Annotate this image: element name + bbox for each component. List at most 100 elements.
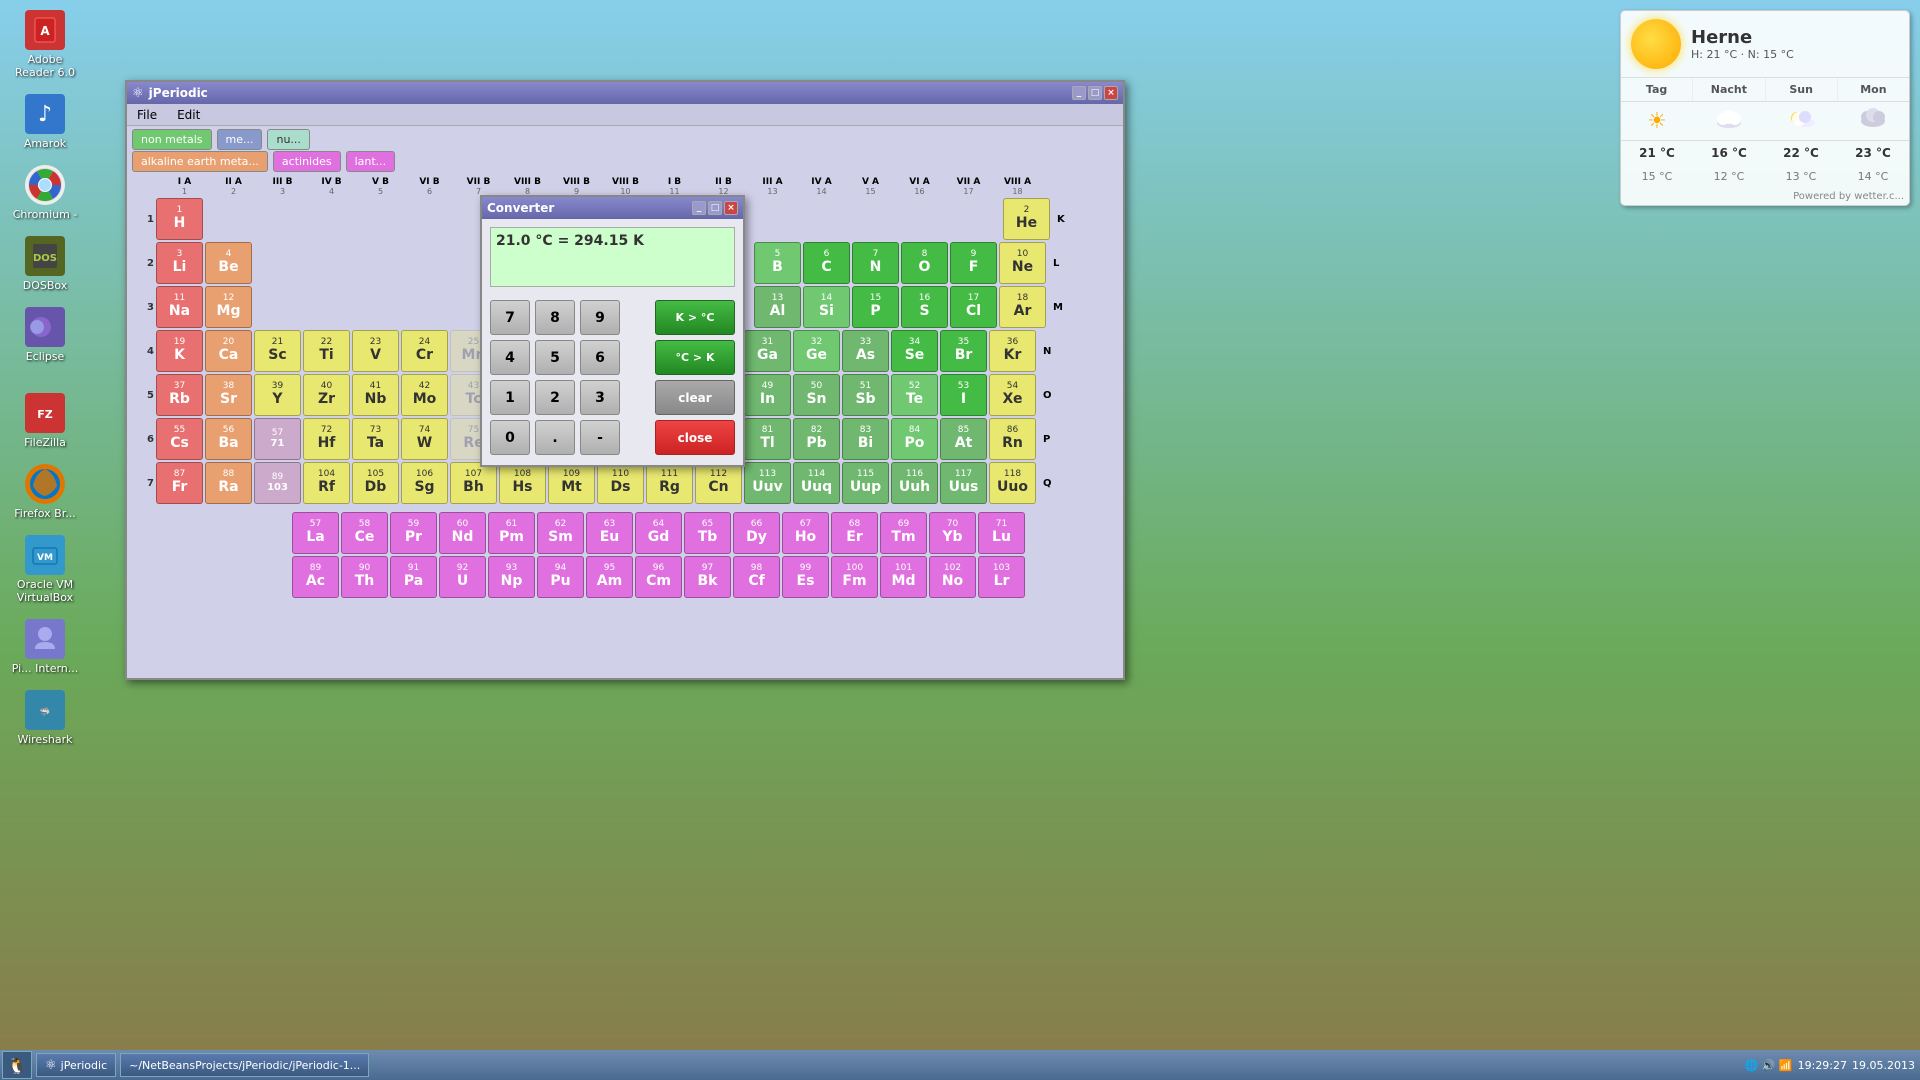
- element-Uuq[interactable]: 114Uuq: [793, 462, 840, 504]
- element-Uut[interactable]: 113Uuv: [744, 462, 791, 504]
- btn-6[interactable]: 6: [580, 340, 620, 375]
- btn-8[interactable]: 8: [535, 300, 575, 335]
- element-Cf[interactable]: 98Cf: [733, 556, 780, 598]
- element-Db[interactable]: 105Db: [352, 462, 399, 504]
- minimize-button[interactable]: _: [1072, 86, 1086, 100]
- element-Kr[interactable]: 36Kr: [989, 330, 1036, 372]
- element-C[interactable]: 6C: [803, 242, 850, 284]
- converter-close-btn[interactable]: ×: [724, 201, 738, 215]
- element-Si[interactable]: 14Si: [803, 286, 850, 328]
- element-Np[interactable]: 93Np: [488, 556, 535, 598]
- btn-close[interactable]: close: [655, 420, 735, 455]
- icon-firefox[interactable]: Firefox Br...: [10, 464, 80, 520]
- element-Se[interactable]: 34Se: [891, 330, 938, 372]
- converter-titlebar[interactable]: Converter _ □ ×: [482, 197, 743, 219]
- element-Hs[interactable]: 108Hs: [499, 462, 546, 504]
- element-Rb[interactable]: 37Rb: [156, 374, 203, 416]
- element-K[interactable]: 19K: [156, 330, 203, 372]
- icon-chromium[interactable]: Chromium -: [10, 165, 80, 221]
- icon-eclipse[interactable]: Eclipse: [10, 307, 80, 363]
- element-Lr[interactable]: 103Lr: [978, 556, 1025, 598]
- element-Uus[interactable]: 117Uus: [940, 462, 987, 504]
- btn-minus[interactable]: -: [580, 420, 620, 455]
- legend-metals[interactable]: me...: [217, 129, 263, 150]
- icon-amarok[interactable]: ♪ Amarok: [10, 94, 80, 150]
- element-W[interactable]: 74W: [401, 418, 448, 460]
- element-At[interactable]: 85At: [940, 418, 987, 460]
- element-Na[interactable]: 11Na: [156, 286, 203, 328]
- element-Al[interactable]: 13Al: [754, 286, 801, 328]
- element-No[interactable]: 102No: [929, 556, 976, 598]
- legend-alkaline[interactable]: alkaline earth meta...: [132, 151, 268, 172]
- element-Rg[interactable]: 111Rg: [646, 462, 693, 504]
- element-Sc[interactable]: 21Sc: [254, 330, 301, 372]
- jperiodic-titlebar[interactable]: ⚛ jPeriodic _ □ ×: [127, 82, 1123, 104]
- element-H[interactable]: 1H: [156, 198, 203, 240]
- element-Uup[interactable]: 115Uup: [842, 462, 889, 504]
- legend-lanthanides[interactable]: lant...: [346, 151, 396, 172]
- element-Bi[interactable]: 83Bi: [842, 418, 889, 460]
- element-Bk[interactable]: 97Bk: [684, 556, 731, 598]
- icon-dosbox[interactable]: DOS DOSBox: [10, 236, 80, 292]
- element-O[interactable]: 8O: [901, 242, 948, 284]
- element-Hf[interactable]: 72Hf: [303, 418, 350, 460]
- element-Mt[interactable]: 109Mt: [548, 462, 595, 504]
- element-Ti[interactable]: 22Ti: [303, 330, 350, 372]
- element-Po[interactable]: 84Po: [891, 418, 938, 460]
- element-Am[interactable]: 95Am: [586, 556, 633, 598]
- element-Xe[interactable]: 54Xe: [989, 374, 1036, 416]
- element-Ge[interactable]: 32Ge: [793, 330, 840, 372]
- element-S[interactable]: 16S: [901, 286, 948, 328]
- element-Fr[interactable]: 87Fr: [156, 462, 203, 504]
- icon-adobe-reader[interactable]: A Adobe Reader 6.0: [10, 10, 80, 79]
- element-Th[interactable]: 90Th: [341, 556, 388, 598]
- element-As[interactable]: 33As: [842, 330, 889, 372]
- element-Md[interactable]: 101Md: [880, 556, 927, 598]
- element-Ar[interactable]: 18Ar: [999, 286, 1046, 328]
- element-Ba[interactable]: 56Ba: [205, 418, 252, 460]
- icon-wireshark[interactable]: 🦈 Wireshark: [10, 690, 80, 746]
- start-button[interactable]: 🐧: [2, 1051, 32, 1079]
- btn-7[interactable]: 7: [490, 300, 530, 335]
- element-Dy[interactable]: 66Dy: [733, 512, 780, 554]
- btn-c-to-k[interactable]: °C > K: [655, 340, 735, 375]
- element-La[interactable]: 57La: [292, 512, 339, 554]
- element-Pu[interactable]: 94Pu: [537, 556, 584, 598]
- btn-4[interactable]: 4: [490, 340, 530, 375]
- element-Tm[interactable]: 69Tm: [880, 512, 927, 554]
- element-Nb[interactable]: 41Nb: [352, 374, 399, 416]
- element-Ca[interactable]: 20Ca: [205, 330, 252, 372]
- btn-9[interactable]: 9: [580, 300, 620, 335]
- btn-2[interactable]: 2: [535, 380, 575, 415]
- element-Tb[interactable]: 65Tb: [684, 512, 731, 554]
- element-U[interactable]: 92U: [439, 556, 486, 598]
- element-He[interactable]: 2He: [1003, 198, 1050, 240]
- element-Tl[interactable]: 81Tl: [744, 418, 791, 460]
- taskbar-netbeans[interactable]: ~/NetBeansProjects/jPeriodic/jPeriodic-1…: [120, 1053, 369, 1077]
- legend-actinides[interactable]: actinides: [273, 151, 341, 172]
- element-Li[interactable]: 3Li: [156, 242, 203, 284]
- element-Y[interactable]: 39Y: [254, 374, 301, 416]
- element-Bh[interactable]: 107Bh: [450, 462, 497, 504]
- element-Uuo[interactable]: 118Uuo: [989, 462, 1036, 504]
- element-Ga[interactable]: 31Ga: [744, 330, 791, 372]
- icon-pidgin[interactable]: Pi... Intern...: [10, 619, 80, 675]
- element-N[interactable]: 7N: [852, 242, 899, 284]
- element-Pr[interactable]: 59Pr: [390, 512, 437, 554]
- element-Rf[interactable]: 104Rf: [303, 462, 350, 504]
- element-P[interactable]: 15P: [852, 286, 899, 328]
- element-Ds[interactable]: 110Ds: [597, 462, 644, 504]
- element-Cs[interactable]: 55Cs: [156, 418, 203, 460]
- element-F[interactable]: 9F: [950, 242, 997, 284]
- element-V[interactable]: 23V: [352, 330, 399, 372]
- maximize-button[interactable]: □: [1088, 86, 1102, 100]
- element-57-71[interactable]: 5771: [254, 418, 301, 460]
- element-Yb[interactable]: 70Yb: [929, 512, 976, 554]
- element-Rn[interactable]: 86Rn: [989, 418, 1036, 460]
- btn-3[interactable]: 3: [580, 380, 620, 415]
- btn-dot[interactable]: .: [535, 420, 575, 455]
- icon-oracle-vm[interactable]: VM Oracle VM VirtualBox: [10, 535, 80, 604]
- legend-other[interactable]: nu...: [267, 129, 309, 150]
- converter-minimize[interactable]: _: [692, 201, 706, 215]
- element-Sg[interactable]: 106Sg: [401, 462, 448, 504]
